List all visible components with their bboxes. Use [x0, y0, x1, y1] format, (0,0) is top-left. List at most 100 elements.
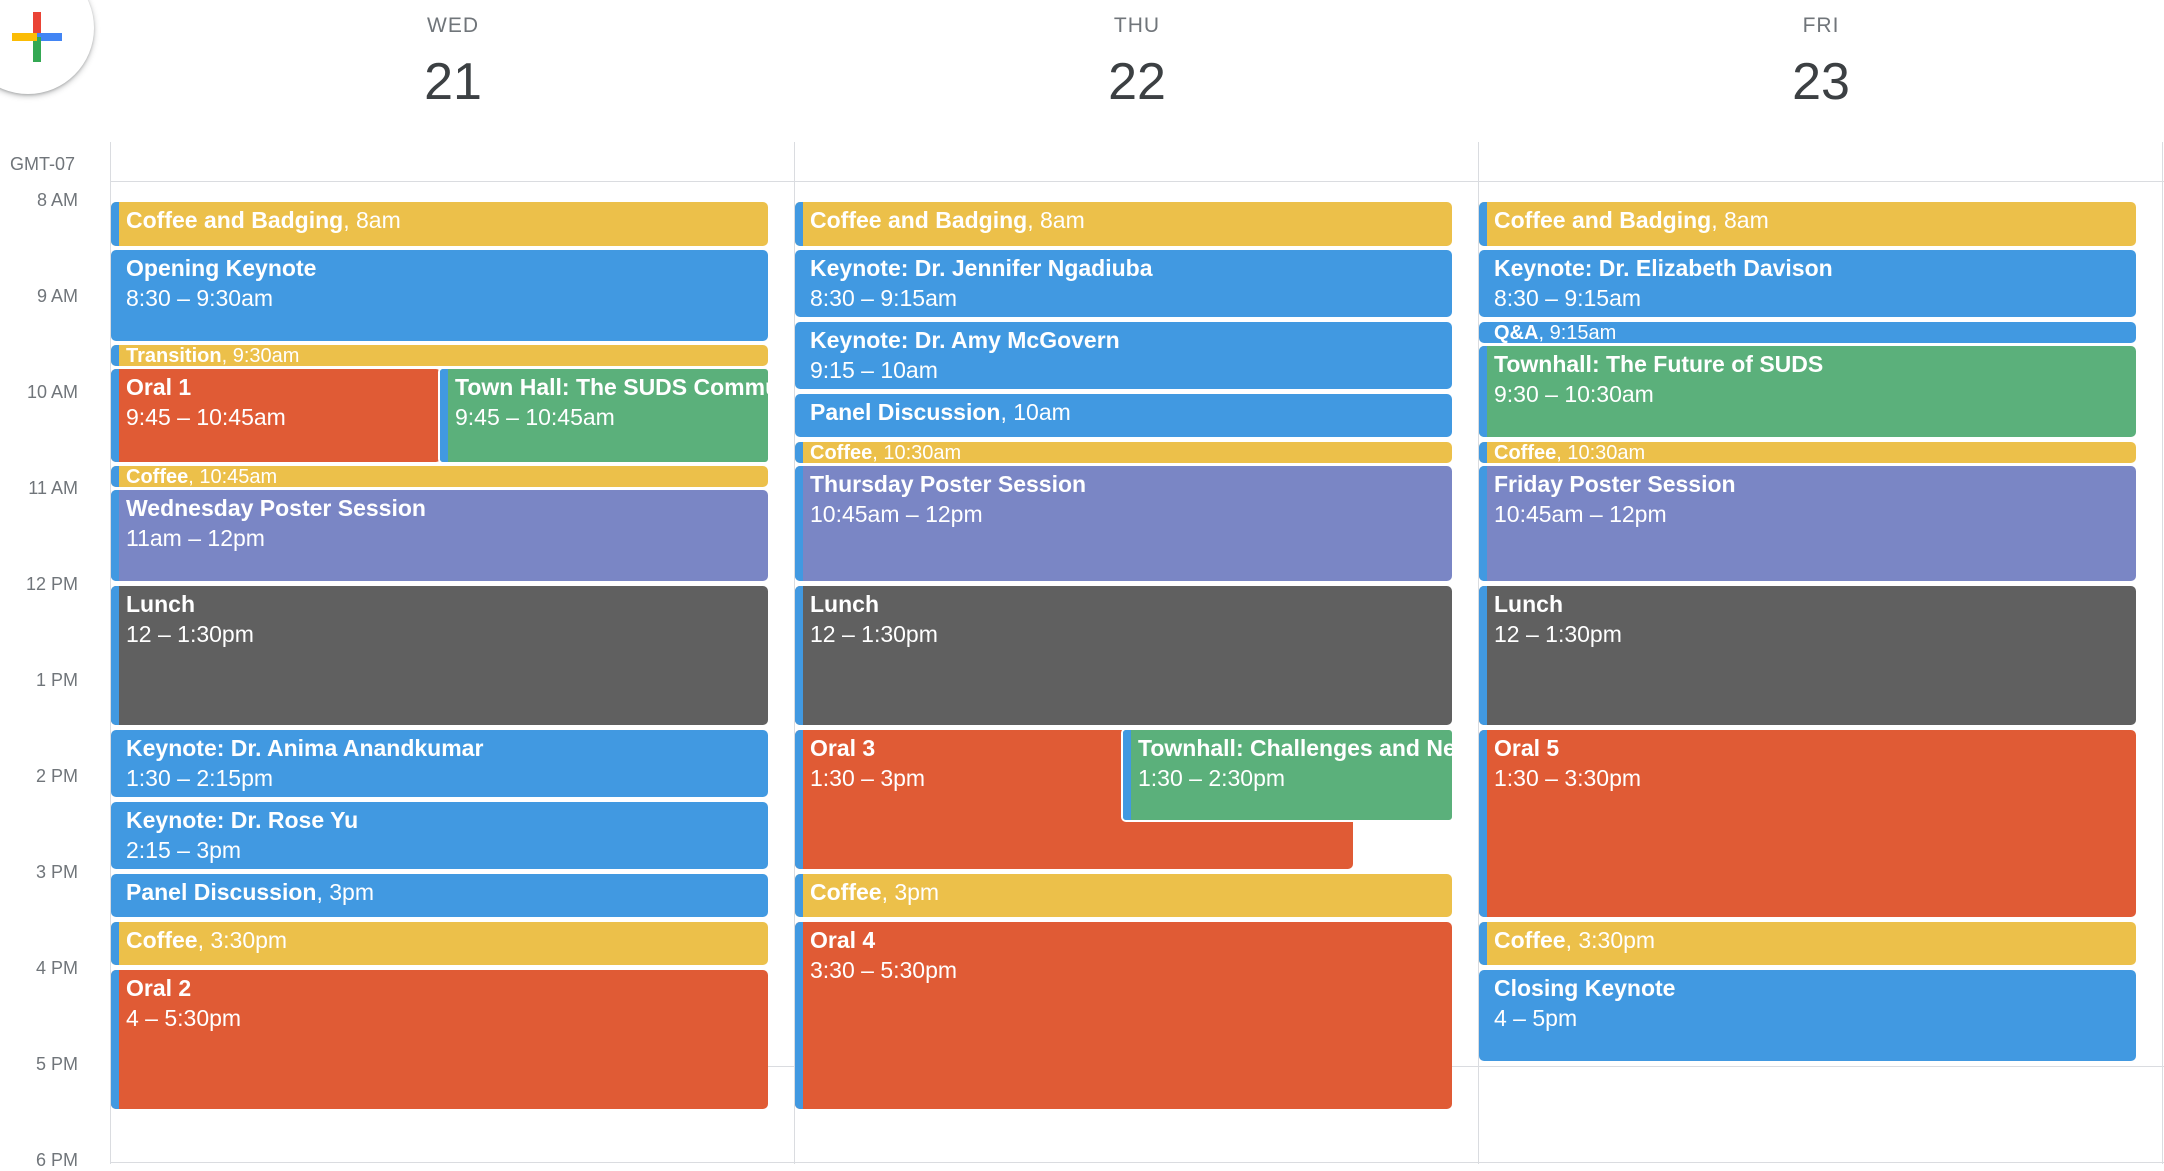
- event-coffee-badging-wed[interactable]: Coffee and Badging, 8am: [111, 202, 768, 246]
- event-keynote-ngadiuba[interactable]: Keynote: Dr. Jennifer Ngadiuba 8:30 – 9:…: [795, 250, 1452, 317]
- calendar-color-strip: [795, 874, 803, 917]
- separator: ,: [1556, 442, 1568, 463]
- calendar-color-strip: [111, 586, 119, 725]
- event-keynote-mcgovern[interactable]: Keynote: Dr. Amy McGovern 9:15 – 10am: [795, 322, 1452, 389]
- day-number[interactable]: 23: [1479, 52, 2163, 112]
- event-time: 9:45 – 10:45am: [126, 404, 286, 430]
- event-keynote-rose-yu[interactable]: Keynote: Dr. Rose Yu 2:15 – 3pm: [111, 802, 768, 869]
- time-label: 11 AM: [28, 478, 78, 498]
- event-panel-discussion-thu[interactable]: Panel Discussion, 10am: [795, 394, 1452, 437]
- event-title: Panel Discussion: [810, 399, 1001, 425]
- event-coffee-badging-thu[interactable]: Coffee and Badging, 8am: [795, 202, 1452, 246]
- event-time: 8:30 – 9:15am: [810, 285, 958, 311]
- calendar-color-strip: [111, 369, 119, 462]
- event-lunch-fri[interactable]: Lunch 12 – 1:30pm: [1479, 586, 2136, 725]
- day-header-thu[interactable]: THU 22: [795, 0, 1479, 112]
- event-time: 8am: [1040, 207, 1085, 233]
- event-time: 1:30 – 2:30pm: [1138, 765, 1286, 791]
- event-title: Coffee and Badging: [126, 207, 344, 233]
- event-title: Lunch: [810, 591, 879, 617]
- event-oral-4[interactable]: Oral 4 3:30 – 5:30pm: [795, 922, 1452, 1109]
- event-coffee-thu-morning[interactable]: Coffee, 10:30am: [795, 442, 1452, 463]
- hour-line: [110, 1162, 2164, 1163]
- event-title: Lunch: [1494, 591, 1563, 617]
- all-day-divider: [110, 181, 2164, 182]
- event-time: 11am – 12pm: [126, 525, 265, 551]
- event-title: Opening Keynote: [126, 255, 317, 281]
- event-thursday-poster-session[interactable]: Thursday Poster Session 10:45am – 12pm: [795, 466, 1452, 581]
- day-header-wed[interactable]: WED 21: [111, 0, 795, 112]
- event-coffee-fri-morning[interactable]: Coffee, 10:30am: [1479, 442, 2136, 463]
- event-coffee-badging-fri[interactable]: Coffee and Badging, 8am: [1479, 202, 2136, 246]
- event-time: 9:30am: [232, 345, 300, 366]
- event-town-hall-suds-community[interactable]: Town Hall: The SUDS Community 9:45 – 10:…: [438, 367, 770, 464]
- calendar-color-strip: [111, 202, 119, 246]
- event-time: 10am: [1013, 399, 1071, 425]
- event-time: 12 – 1:30pm: [810, 621, 938, 647]
- event-friday-poster-session[interactable]: Friday Poster Session 10:45am – 12pm: [1479, 466, 2136, 581]
- event-title: Coffee: [126, 466, 189, 487]
- event-title: Thursday Poster Session: [810, 471, 1087, 497]
- create-event-button[interactable]: [0, 0, 94, 94]
- event-title: Coffee: [810, 442, 873, 463]
- event-panel-discussion-wed[interactable]: Panel Discussion, 3pm: [111, 874, 768, 917]
- event-lunch-wed[interactable]: Lunch 12 – 1:30pm: [111, 586, 768, 725]
- event-title: Coffee: [810, 879, 882, 905]
- calendar-color-strip: [1479, 202, 1487, 246]
- time-label: 9 AM: [36, 286, 78, 306]
- event-time: 8am: [356, 207, 401, 233]
- event-title: Coffee and Badging: [1494, 207, 1712, 233]
- event-time: 4 – 5pm: [1494, 1005, 1578, 1031]
- event-keynote-davison[interactable]: Keynote: Dr. Elizabeth Davison 8:30 – 9:…: [1479, 250, 2136, 317]
- event-time: 9:15 – 10am: [810, 357, 938, 383]
- event-title: Town Hall: The SUDS Community: [455, 374, 768, 400]
- event-time: 9:45 – 10:45am: [455, 404, 615, 430]
- day-number[interactable]: 21: [111, 52, 795, 112]
- separator: ,: [221, 345, 233, 366]
- separator: ,: [881, 879, 895, 905]
- event-time: 3:30 – 5:30pm: [810, 957, 958, 983]
- event-title: Panel Discussion: [126, 879, 317, 905]
- event-townhall-challenges[interactable]: Townhall: Challenges and Next Steps 1:30…: [1121, 728, 1454, 822]
- event-wednesday-poster-session[interactable]: Wednesday Poster Session 11am – 12pm: [111, 490, 768, 581]
- event-time: 12 – 1:30pm: [1494, 621, 1622, 647]
- calendar-color-strip: [1479, 730, 1487, 917]
- event-transition[interactable]: Transition, 9:30am: [111, 345, 768, 366]
- separator: ,: [1711, 207, 1725, 233]
- day-of-week: THU: [1113, 14, 1161, 37]
- calendar-color-strip: [1123, 730, 1131, 820]
- event-time: 9:15am: [1549, 322, 1617, 343]
- event-keynote-anandkumar[interactable]: Keynote: Dr. Anima Anandkumar 1:30 – 2:1…: [111, 730, 768, 797]
- event-lunch-thu[interactable]: Lunch 12 – 1:30pm: [795, 586, 1452, 725]
- time-label: 5 PM: [35, 1054, 78, 1074]
- event-title: Oral 2: [126, 975, 192, 1001]
- event-coffee-thu-afternoon[interactable]: Coffee, 3pm: [795, 874, 1452, 917]
- time-label: 2 PM: [35, 766, 78, 786]
- event-time: 1:30 – 2:15pm: [126, 765, 274, 791]
- event-oral-1[interactable]: Oral 1 9:45 – 10:45am: [111, 369, 441, 462]
- calendar-color-strip: [1479, 466, 1487, 581]
- event-title: Lunch: [126, 591, 195, 617]
- event-title: Transition: [126, 345, 222, 366]
- calendar-color-strip: [440, 369, 448, 462]
- event-title: Q&A: [1494, 322, 1539, 343]
- calendar-color-strip: [795, 586, 803, 725]
- day-header-fri[interactable]: FRI 23: [1479, 0, 2163, 112]
- event-oral-5[interactable]: Oral 5 1:30 – 3:30pm: [1479, 730, 2136, 917]
- timezone-label: GMT-07: [10, 154, 76, 174]
- calendar-color-strip: [1479, 922, 1487, 965]
- day-number[interactable]: 22: [795, 52, 1479, 112]
- event-qa[interactable]: Q&A, 9:15am: [1479, 322, 2136, 343]
- event-closing-keynote[interactable]: Closing Keynote 4 – 5pm: [1479, 970, 2136, 1061]
- event-coffee-wed-morning[interactable]: Coffee, 10:45am: [111, 466, 768, 487]
- event-townhall-future-suds[interactable]: Townhall: The Future of SUDS 9:30 – 10:3…: [1479, 346, 2136, 437]
- calendar-color-strip: [795, 202, 803, 246]
- event-title: Friday Poster Session: [1494, 471, 1736, 497]
- event-coffee-fri-afternoon[interactable]: Coffee, 3:30pm: [1479, 922, 2136, 965]
- event-opening-keynote[interactable]: Opening Keynote 8:30 – 9:30am: [111, 250, 768, 341]
- event-coffee-wed-afternoon[interactable]: Coffee, 3:30pm: [111, 922, 768, 965]
- time-label: 6 PM: [35, 1150, 78, 1170]
- event-title: Keynote: Dr. Amy McGovern: [810, 327, 1120, 353]
- calendar-color-strip: [795, 442, 803, 463]
- event-oral-2[interactable]: Oral 2 4 – 5:30pm: [111, 970, 768, 1109]
